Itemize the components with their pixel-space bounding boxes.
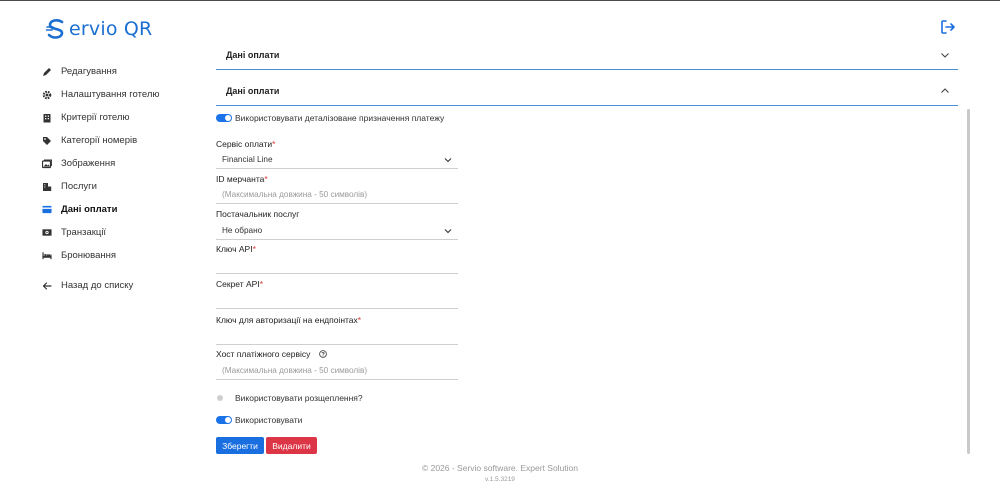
use-toggle-row[interactable]: Використовувати: [216, 415, 302, 425]
sidebar-item-transactions[interactable]: Транзакції: [42, 221, 212, 244]
chevron-down-icon: [444, 157, 452, 162]
provider-value: Не обрано: [222, 226, 263, 235]
payment-section-expanded-header[interactable]: Дані оплати: [216, 76, 958, 106]
logo-text: ervio QR: [69, 18, 153, 40]
footer-copyright: © 2026 - Servio software. Expert Solutio…: [421, 463, 579, 473]
detailed-purpose-toggle-row[interactable]: Використовувати деталізоване призначення…: [216, 113, 444, 123]
section-title: Дані оплати: [226, 49, 280, 60]
servio-logo-icon: [46, 19, 64, 39]
required-mark: *: [272, 139, 276, 149]
sidebar-item-label: Транзакції: [61, 227, 107, 238]
cash-icon: [42, 228, 52, 238]
tag-icon: [42, 136, 52, 146]
detailed-purpose-toggle[interactable]: [216, 114, 232, 122]
sidebar-item-label: Зображення: [61, 158, 116, 169]
provider-label: Постачальник послуг: [216, 209, 300, 219]
payment-service-select[interactable]: Financial Line: [216, 151, 458, 169]
logout-icon[interactable]: [940, 19, 956, 35]
sidebar-item-room-categories[interactable]: Категорії номерів: [42, 129, 212, 152]
host-input[interactable]: (Максимальна довжина - 50 символів): [216, 362, 458, 380]
sidebar-item-label: Налаштування готелю: [61, 89, 160, 100]
chevron-up-icon: [941, 87, 949, 93]
toggle-label: Використовувати: [235, 415, 303, 425]
pencil-icon: [42, 67, 52, 77]
sidebar-item-services[interactable]: Послуги: [42, 175, 212, 198]
host-label: Хост платіжного сервісу: [216, 349, 327, 359]
api-secret-label: Секрет API*: [216, 279, 264, 289]
endpoint-key-label: Ключ для авторизації на ендпоінтах*: [216, 315, 362, 325]
images-icon: [42, 159, 52, 169]
sidebar-item-hotel-criteria[interactable]: Критерії готелю: [42, 106, 212, 129]
sidebar-item-label: Редагування: [61, 66, 117, 77]
sidebar-item-bookings[interactable]: Бронювання: [42, 244, 212, 267]
credit-card-icon: [42, 205, 52, 215]
required-mark: *: [264, 174, 268, 184]
merchant-id-placeholder: (Максимальна довжина - 50 символів): [222, 190, 368, 199]
sidebar-item-edit[interactable]: Редагування: [42, 60, 212, 83]
save-button[interactable]: Зберегти: [216, 437, 264, 454]
merchant-id-input[interactable]: (Максимальна довжина - 50 символів): [216, 186, 458, 204]
host-placeholder: (Максимальна довжина - 50 символів): [222, 366, 368, 375]
building-icon: [42, 113, 52, 123]
arrow-left-icon: [42, 281, 52, 291]
bed-icon: [42, 251, 52, 261]
toggle-label: Використовувати деталізоване призначення…: [235, 113, 445, 123]
sidebar-nav: Редагування Налаштування готелю Критерії…: [42, 60, 212, 297]
sidebar-item-payment-data[interactable]: Дані оплати: [42, 198, 212, 221]
footer-version: v.1.5.3219: [485, 476, 515, 483]
split-toggle-row[interactable]: Використовувати розщеплення?: [216, 393, 363, 403]
window-top-border: [0, 0, 1000, 1]
help-icon[interactable]: [318, 350, 327, 358]
payment-service-value: Financial Line: [222, 155, 273, 164]
required-mark: *: [259, 279, 264, 289]
chevron-down-icon: [444, 228, 452, 233]
toggle-label: Використовувати розщеплення?: [235, 393, 363, 403]
required-mark: *: [252, 244, 256, 254]
sidebar-item-label: Критерії готелю: [61, 112, 130, 123]
delete-button[interactable]: Видалити: [266, 437, 317, 454]
servio-logo[interactable]: ervio QR: [46, 18, 152, 40]
required-mark: *: [357, 315, 362, 325]
merchant-id-label: ID мерчанта*: [216, 174, 268, 184]
services-icon: [42, 182, 52, 192]
split-toggle[interactable]: [216, 394, 232, 402]
payment-service-label: Сервіс оплати*: [216, 139, 276, 149]
api-key-label: Ключ API*: [216, 244, 256, 254]
sidebar-item-label: Категорії номерів: [61, 135, 138, 146]
api-secret-input[interactable]: [216, 291, 458, 309]
sidebar-item-images[interactable]: Зображення: [42, 152, 212, 175]
sidebar-item-label: Дані оплати: [61, 204, 118, 215]
payment-section-collapsed-header[interactable]: Дані оплати: [216, 40, 958, 70]
scrollbar[interactable]: [967, 109, 970, 454]
sidebar-item-label: Послуги: [61, 181, 97, 192]
use-toggle[interactable]: [216, 416, 232, 424]
back-to-list-label: Назад до списку: [61, 280, 134, 291]
sidebar-item-hotel-settings[interactable]: Налаштування готелю: [42, 83, 212, 106]
api-key-input[interactable]: [216, 256, 458, 274]
sidebar-item-label: Бронювання: [61, 250, 117, 261]
endpoint-key-input[interactable]: [216, 327, 458, 345]
provider-select[interactable]: Не обрано: [216, 222, 458, 240]
back-to-list-link[interactable]: Назад до списку: [42, 274, 212, 297]
gear-icon: [42, 90, 52, 100]
chevron-down-icon: [941, 52, 949, 58]
section-title: Дані оплати: [226, 85, 280, 96]
